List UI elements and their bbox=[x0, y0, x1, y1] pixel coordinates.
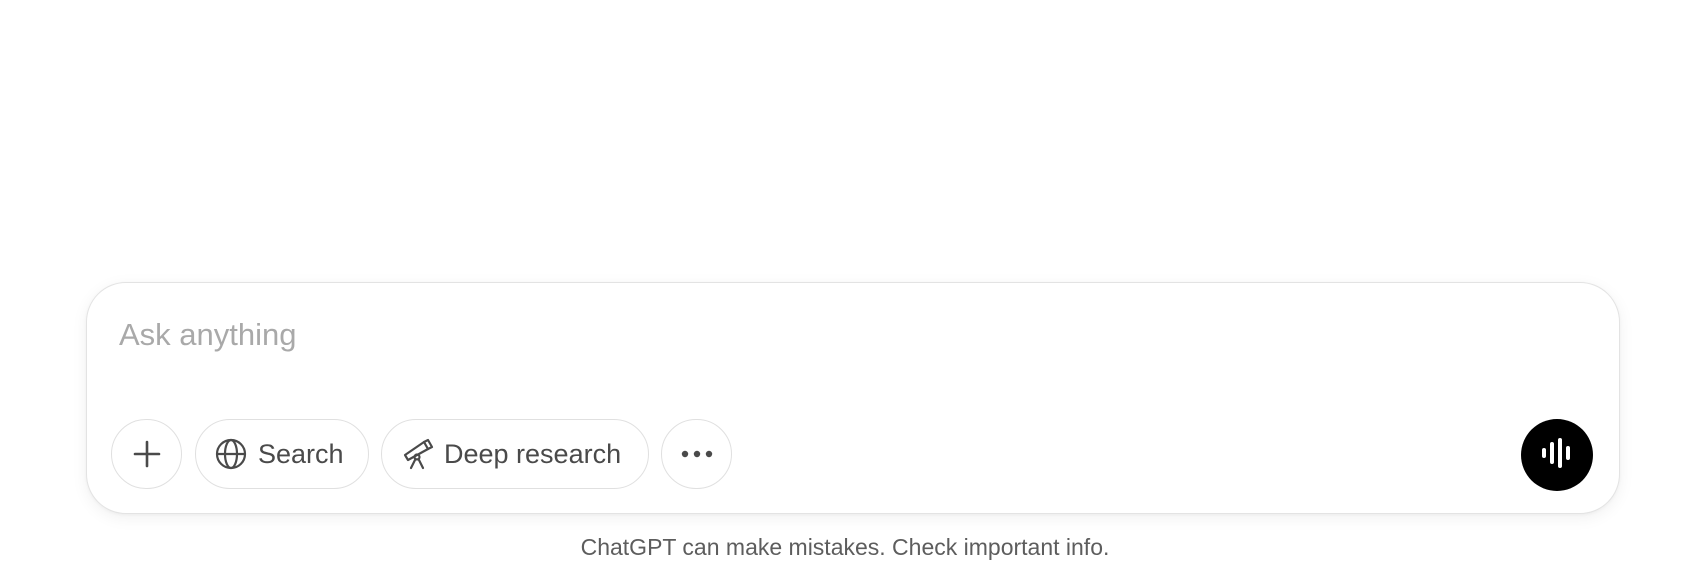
telescope-icon bbox=[402, 438, 434, 470]
prompt-composer: Search Deep research bbox=[86, 282, 1620, 514]
plus-icon bbox=[131, 438, 163, 470]
search-button[interactable]: Search bbox=[195, 419, 369, 489]
attach-button[interactable] bbox=[111, 419, 182, 489]
chat-page: Search Deep research bbox=[0, 0, 1690, 568]
ellipsis-icon bbox=[680, 449, 714, 459]
disclaimer-text: ChatGPT can make mistakes. Check importa… bbox=[580, 534, 1110, 560]
globe-icon bbox=[214, 437, 248, 471]
voice-mode-button[interactable] bbox=[1521, 419, 1593, 491]
deep-research-button-label: Deep research bbox=[444, 438, 622, 469]
deep-research-button[interactable]: Deep research bbox=[381, 419, 649, 489]
audio-waveform-icon bbox=[1539, 435, 1575, 476]
search-button-label: Search bbox=[258, 438, 344, 469]
more-tools-button[interactable] bbox=[661, 419, 732, 489]
prompt-input[interactable] bbox=[119, 311, 1519, 359]
